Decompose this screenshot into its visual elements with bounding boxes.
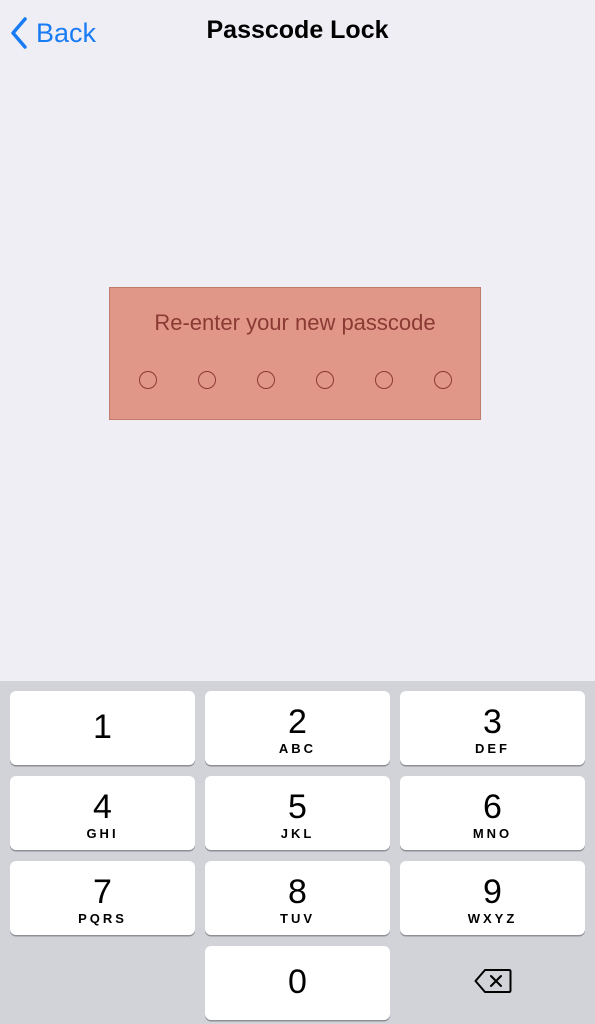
key-digit: 8 — [288, 873, 307, 911]
prompt-text: Re-enter your new passcode — [154, 310, 436, 335]
key-9[interactable]: 9 WXYZ — [400, 861, 585, 935]
passcode-dots — [139, 371, 459, 393]
key-digit: 5 — [288, 788, 307, 826]
passcode-dot — [198, 371, 216, 389]
key-0[interactable]: 0 — [205, 946, 390, 1020]
passcode-dot — [375, 371, 393, 389]
key-4[interactable]: 4 GHI — [10, 776, 195, 850]
key-letters: JKL — [280, 826, 315, 841]
key-letters: MNO — [472, 826, 513, 841]
key-5[interactable]: 5 JKL — [205, 776, 390, 850]
passcode-dot — [257, 371, 275, 389]
passcode-dot — [316, 371, 334, 389]
key-letters: TUV — [280, 911, 315, 926]
key-digit: 4 — [93, 788, 112, 826]
key-letters: GHI — [86, 826, 119, 841]
backspace-icon — [474, 968, 512, 999]
key-digit: 2 — [288, 703, 307, 741]
key-1[interactable]: 1 — [10, 691, 195, 765]
passcode-prompt: Re-enter your new passcode — [109, 287, 481, 420]
key-letters: WXYZ — [467, 911, 518, 926]
key-8[interactable]: 8 TUV — [205, 861, 390, 935]
key-digit: 3 — [483, 703, 502, 741]
key-7[interactable]: 7 PQRS — [10, 861, 195, 935]
key-3[interactable]: 3 DEF — [400, 691, 585, 765]
key-digit: 9 — [483, 873, 502, 911]
passcode-dot — [139, 371, 157, 389]
key-digit: 6 — [483, 788, 502, 826]
key-letters: ABC — [278, 741, 317, 756]
key-2[interactable]: 2 ABC — [205, 691, 390, 765]
page-title: Passcode Lock — [206, 16, 389, 44]
delete-button[interactable] — [400, 946, 585, 1020]
navigation-bar: Back Passcode Lock — [0, 0, 595, 66]
key-digit: 0 — [288, 963, 307, 1001]
passcode-dot — [434, 371, 452, 389]
numeric-keypad: 1 2 ABC 3 DEF 4 GHI 5 JKL 6 MNO 7 PQRS 8… — [0, 681, 595, 1024]
key-letters: PQRS — [78, 911, 127, 926]
key-6[interactable]: 6 MNO — [400, 776, 585, 850]
key-digit: 7 — [93, 873, 112, 911]
key-letters: DEF — [475, 741, 510, 756]
key-digit: 1 — [93, 708, 112, 746]
